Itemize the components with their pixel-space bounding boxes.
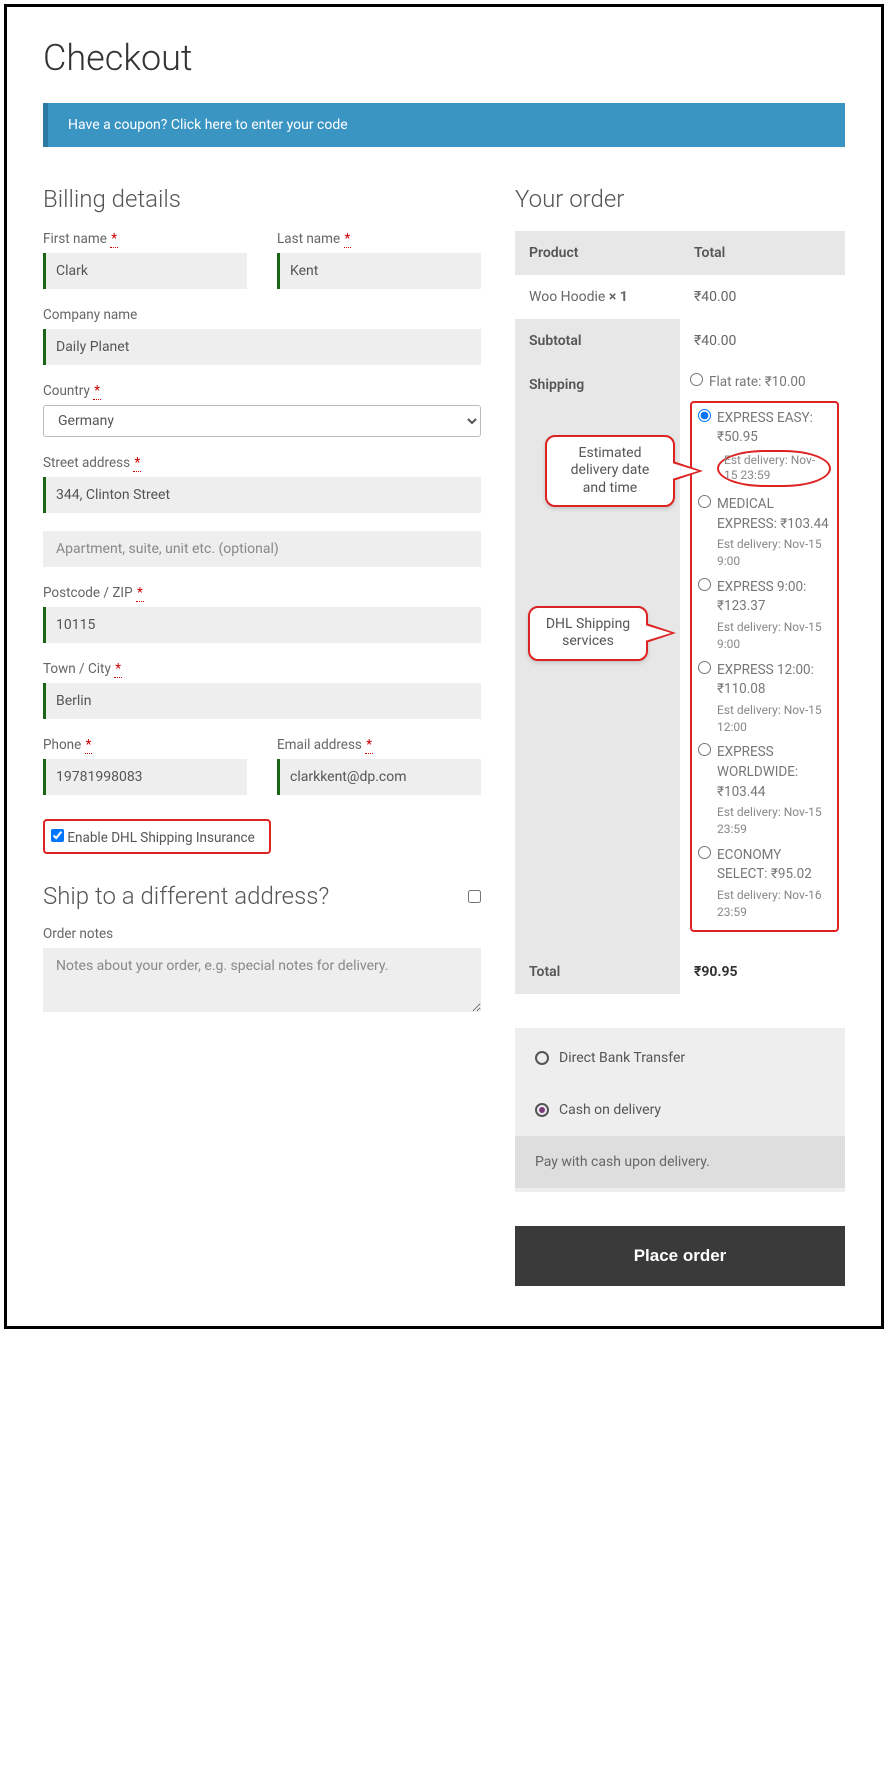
last-name-label: Last name * (277, 231, 481, 247)
shipping-option[interactable]: ECONOMY SELECT: ₹95.02 Est delivery: Nov-… (698, 846, 831, 921)
dhl-insurance-highlight: Enable DHL Shipping Insurance (43, 819, 271, 854)
first-name-label: First name * (43, 231, 247, 247)
estimated-delivery-text: Est delivery: Nov-15 9:00 (717, 536, 831, 570)
shipping-radio[interactable] (698, 743, 711, 756)
ship-different-checkbox[interactable] (468, 890, 481, 903)
city-input[interactable] (43, 683, 481, 719)
country-label: Country * (43, 383, 481, 399)
postcode-label: Postcode / ZIP * (43, 585, 481, 601)
callout-estimated-delivery: Estimated delivery date and time (545, 435, 675, 508)
line-item-total: ₹40.00 (680, 275, 845, 319)
street-label: Street address * (43, 455, 481, 471)
shipping-radio[interactable] (698, 495, 711, 508)
shipping-option[interactable]: EXPRESS 9:00: ₹123.37 Est delivery: Nov-1… (698, 578, 831, 653)
estimated-delivery-text: Est delivery: Nov-15 9:00 (717, 619, 831, 653)
postcode-input[interactable] (43, 607, 481, 643)
shipping-radio[interactable] (698, 409, 711, 422)
shipping-option[interactable]: Flat rate: ₹10.00 (690, 373, 839, 393)
payment-cod-description: Pay with cash upon delivery. (515, 1136, 845, 1188)
page-title: Checkout (43, 37, 845, 79)
order-notes-label: Order notes (43, 926, 481, 942)
estimated-delivery-text: Est delivery: Nov-16 23:59 (717, 887, 831, 921)
shipping-option-label: EXPRESS WORLDWIDE: ₹103.44 (717, 744, 798, 799)
street2-input[interactable] (43, 531, 481, 567)
shipping-option[interactable]: MEDICAL EXPRESS: ₹103.44 Est delivery: No… (698, 495, 831, 570)
shipping-radio[interactable] (698, 661, 711, 674)
estimated-delivery-text: Est delivery: Nov-15 12:00 (717, 702, 831, 736)
coupon-notice-banner[interactable]: Have a coupon? Click here to enter your … (43, 103, 845, 147)
shipping-option[interactable]: EXPRESS WORLDWIDE: ₹103.44 Est delivery: … (698, 743, 831, 837)
callout-dhl-services: DHL Shipping services (528, 606, 648, 661)
street1-input[interactable] (43, 477, 481, 513)
first-name-input[interactable] (43, 253, 247, 289)
col-total: Total (680, 231, 845, 275)
shipping-option-label: EXPRESS 12:00: ₹110.08 (717, 662, 814, 698)
place-order-button[interactable]: Place order (515, 1226, 845, 1286)
radio-icon (535, 1051, 549, 1065)
shipping-option-label: MEDICAL EXPRESS: ₹103.44 (717, 496, 829, 532)
estimated-delivery-text: Est delivery: Nov-15 23:59 (717, 804, 831, 838)
order-notes-textarea[interactable] (43, 948, 481, 1012)
shipping-option-label: EXPRESS 9:00: ₹123.37 (717, 579, 806, 615)
total-value: ₹90.95 (680, 950, 845, 994)
shipping-radio[interactable] (698, 578, 711, 591)
email-label: Email address * (277, 737, 481, 753)
ship-different-heading: Ship to a different address? (43, 882, 329, 910)
company-label: Company name (43, 307, 481, 323)
shipping-option-label: ECONOMY SELECT: ₹95.02 (717, 847, 812, 883)
country-select[interactable]: Germany (43, 405, 481, 437)
city-label: Town / City * (43, 661, 481, 677)
last-name-input[interactable] (277, 253, 481, 289)
shipping-radio[interactable] (690, 373, 703, 386)
shipping-option-label: EXPRESS EASY: ₹50.95 (717, 410, 813, 446)
subtotal-value: ₹40.00 (680, 319, 845, 363)
dhl-insurance-checkbox[interactable] (51, 829, 64, 842)
phone-label: Phone * (43, 737, 247, 753)
shipping-radio[interactable] (698, 846, 711, 859)
payment-methods: Direct Bank Transfer Cash on delivery Pa… (515, 1028, 845, 1192)
col-product: Product (515, 231, 680, 275)
billing-heading: Billing details (43, 185, 481, 213)
shipping-option[interactable]: EXPRESS 12:00: ₹110.08 Est delivery: Nov-… (698, 661, 831, 736)
email-input[interactable] (277, 759, 481, 795)
dhl-services-highlight-box: EXPRESS EASY: ₹50.95 Est delivery: Nov-15… (690, 401, 839, 933)
payment-cash-on-delivery[interactable]: Cash on delivery (515, 1084, 845, 1136)
shipping-options-list: Flat rate: ₹10.00 EXPRESS EASY: ₹50.95 Est… (690, 373, 839, 932)
estimated-delivery-highlight: Est delivery: Nov-15 23:59 (717, 450, 831, 487)
dhl-insurance-label[interactable]: Enable DHL Shipping Insurance (51, 830, 255, 846)
line-item-name: Woo Hoodie × 1 (515, 275, 680, 319)
shipping-option[interactable]: EXPRESS EASY: ₹50.95 Est delivery: Nov-15… (698, 409, 831, 487)
company-input[interactable] (43, 329, 481, 365)
shipping-option-label: Flat rate: ₹10.00 (709, 374, 806, 390)
radio-icon (535, 1103, 549, 1117)
payment-bank-transfer[interactable]: Direct Bank Transfer (515, 1032, 845, 1084)
subtotal-label: Subtotal (515, 319, 680, 363)
total-label: Total (515, 950, 680, 994)
order-heading: Your order (515, 185, 845, 213)
phone-input[interactable] (43, 759, 247, 795)
